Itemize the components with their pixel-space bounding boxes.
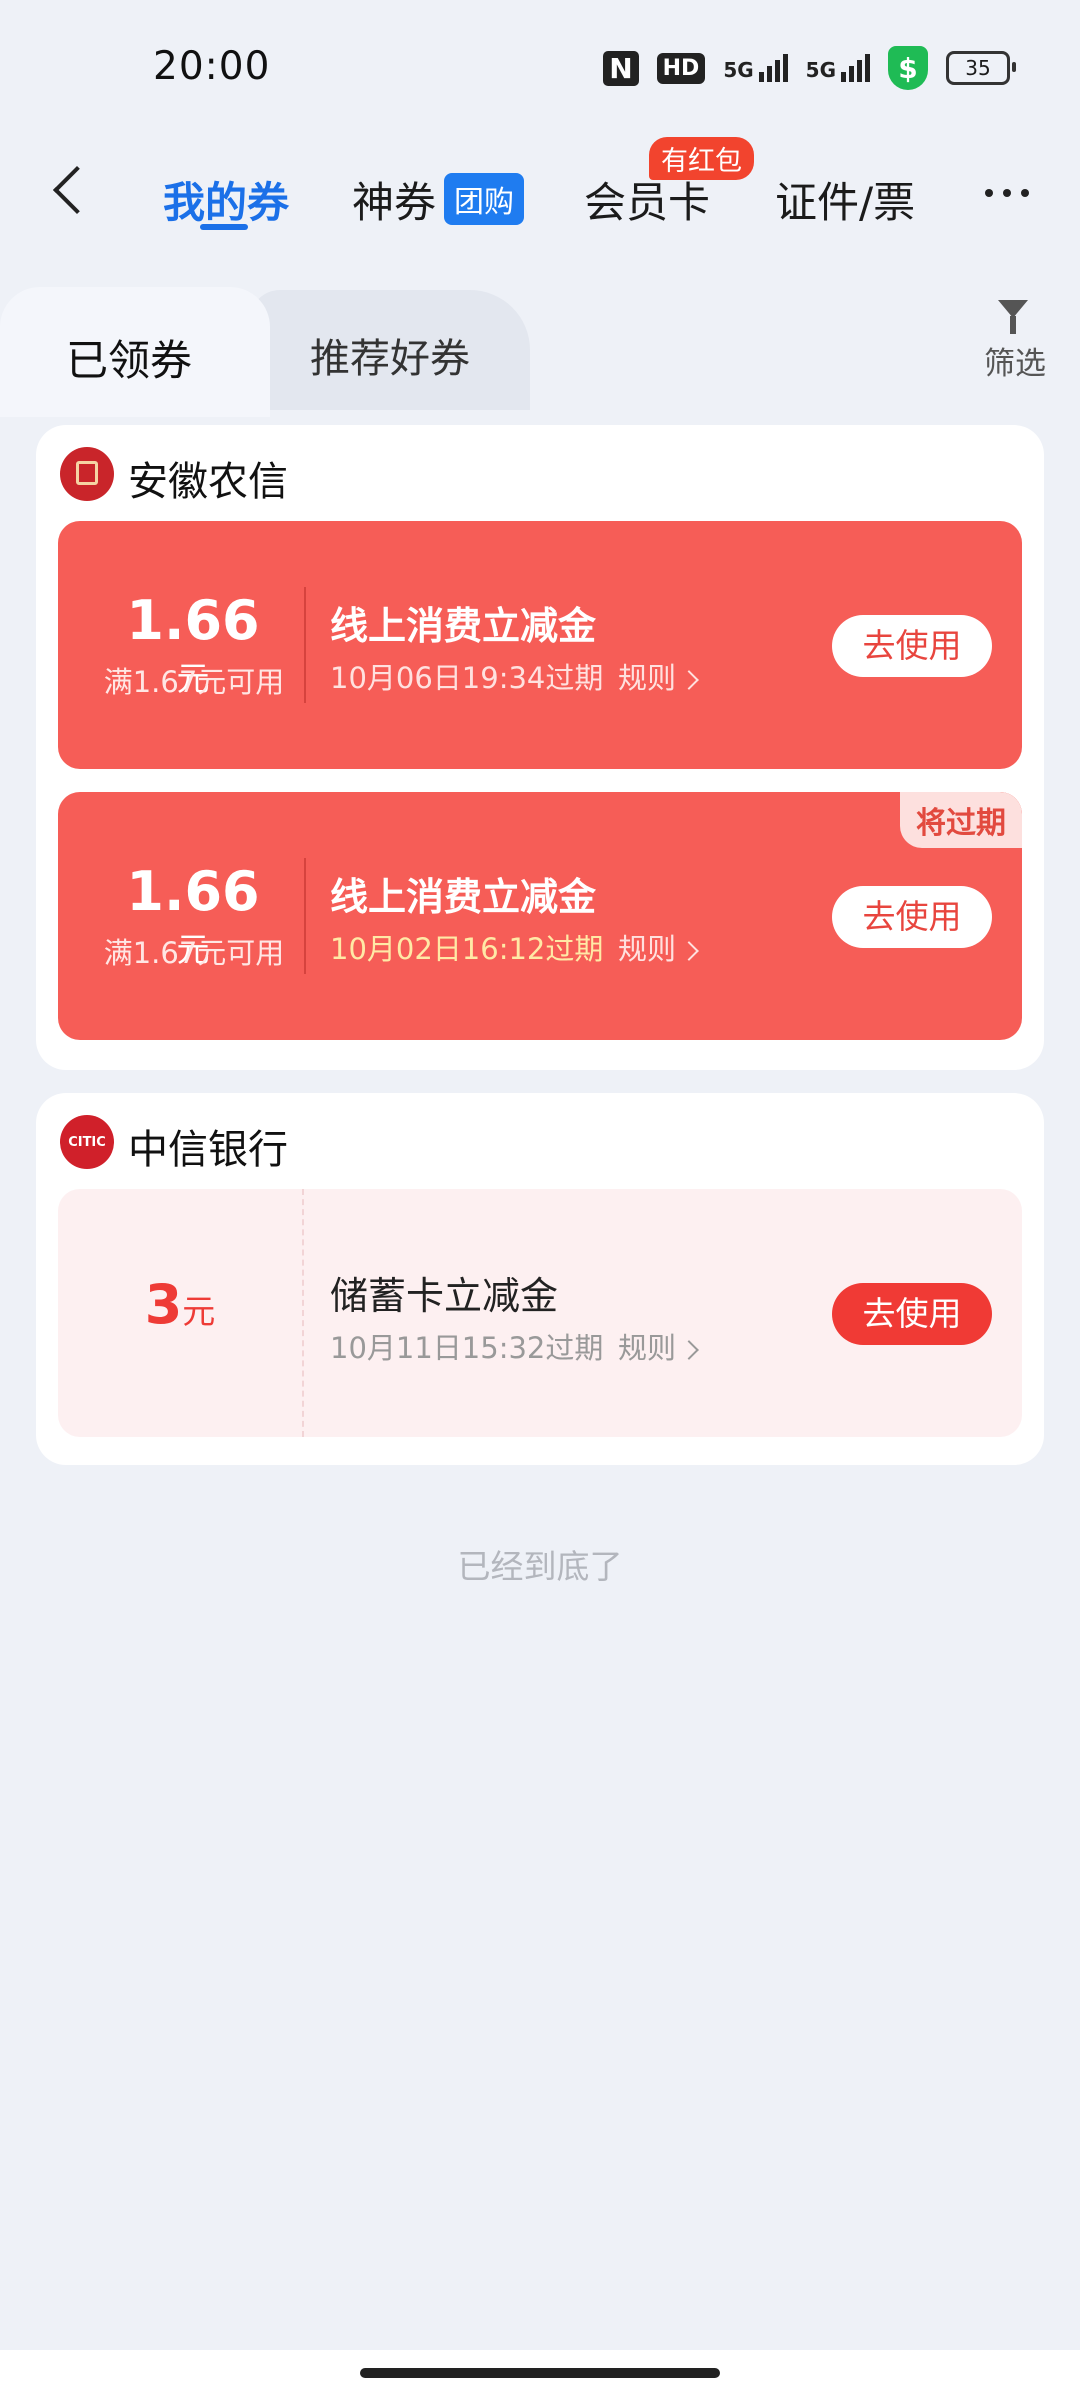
coupon-amount-value: 1.66 (126, 589, 260, 652)
coupon-amount-value: 1.66 (126, 860, 260, 923)
tab-certificates-tickets[interactable]: 证件/票 (775, 169, 915, 230)
bank-group-card: 安徽农信 1.66元 满1.67元可用 线上消费立减金 10月06日19:34过… (36, 425, 1044, 1070)
filter-label: 筛选 (984, 346, 1046, 382)
group-buy-badge: 团购 (444, 173, 524, 225)
more-options-button[interactable] (985, 189, 1029, 197)
coupon-title: 储蓄卡立减金 (330, 1274, 559, 1318)
filter-button[interactable]: 筛选 (976, 296, 1054, 382)
coupon-card[interactable]: 3元 储蓄卡立减金 10月11日15:32过期 规则 去使用 (58, 1189, 1022, 1437)
subtab-recommended-coupons[interactable]: 推荐好券 (250, 290, 530, 410)
nav-bar: 我的券 神券 团购 会员卡 有红包 证件/票 (0, 135, 1080, 255)
chevron-right-icon (679, 670, 699, 690)
bank-logo-icon (60, 447, 114, 501)
coupon-rules-label: 规则 (618, 1331, 677, 1365)
subtab-received-label: 已领券 (66, 336, 193, 385)
chevron-right-icon (679, 941, 699, 961)
use-coupon-button[interactable]: 去使用 (832, 615, 992, 677)
coupon-expiry: 10月11日15:32过期 (330, 1331, 604, 1365)
signal-5g-icon: 5G (806, 54, 870, 82)
coupon-title: 线上消费立减金 (330, 604, 597, 648)
bank-name: 中信银行 (128, 1127, 288, 1173)
tab-super-coupons[interactable]: 神券 (352, 169, 436, 230)
bank-group-card: CITIC 中信银行 3元 储蓄卡立减金 10月11日15:32过期 规则 去使… (36, 1093, 1044, 1465)
coupon-expiry: 10月06日19:34过期 (330, 661, 604, 695)
coupon-card[interactable]: 将过期 1.66元 满1.67元可用 线上消费立减金 10月02日16:12过期… (58, 792, 1022, 1040)
coupon-condition: 满1.67元可用 (103, 936, 285, 970)
active-tab-indicator (200, 224, 248, 230)
signal-5g-label: 5G (805, 58, 836, 82)
use-coupon-button[interactable]: 去使用 (832, 1283, 992, 1345)
red-packet-badge: 有红包 (649, 137, 754, 180)
subtab-recommend-label: 推荐好券 (310, 336, 470, 382)
expiring-soon-tag: 将过期 (900, 792, 1022, 848)
bank-logo-icon: CITIC (60, 1115, 114, 1169)
coupon-amount-unit: 元 (182, 1292, 216, 1331)
coupon-rules-link[interactable]: 规则 (618, 655, 699, 697)
status-icons: N HD 5G 5G $ 35 (603, 46, 1016, 90)
coupon-card[interactable]: 1.66元 满1.67元可用 线上消费立减金 10月06日19:34过期 规则 … (58, 521, 1022, 769)
battery-icon: 35 (946, 51, 1016, 85)
more-dot-icon (985, 189, 993, 197)
coupon-amount-value: 3 (144, 1273, 183, 1336)
coupon-amount: 3元 (58, 1273, 302, 1336)
coupon-title: 线上消费立减金 (330, 875, 597, 919)
security-shield-icon: $ (888, 46, 928, 90)
more-dot-icon (1003, 189, 1011, 197)
filter-icon (998, 300, 1028, 334)
back-button[interactable] (44, 163, 102, 227)
signal-5g-icon: 5G (723, 54, 788, 82)
coupon-rules-link[interactable]: 规则 (618, 1325, 699, 1367)
coupon-rules-label: 规则 (618, 661, 677, 695)
coupon-condition: 满1.67元可用 (103, 665, 285, 699)
hd-icon: HD (656, 52, 706, 84)
coupon-divider (304, 587, 306, 703)
more-dot-icon (1021, 189, 1029, 197)
status-bar: 20:00 N HD 5G 5G $ 35 (0, 0, 1080, 135)
home-indicator[interactable] (360, 2368, 720, 2378)
tab-my-coupons[interactable]: 我的券 (163, 169, 289, 230)
bank-name: 安徽农信 (128, 459, 288, 505)
coupon-divider (304, 858, 306, 974)
coupon-expiry: 10月02日16:12过期 (330, 932, 604, 966)
coupon-left-panel: 3元 (58, 1189, 304, 1437)
status-time: 20:00 (153, 44, 271, 89)
subtab-received-coupons[interactable]: 已领券 (0, 287, 270, 417)
coupon-rules-label: 规则 (618, 932, 677, 966)
end-of-list-text: 已经到底了 (457, 1547, 623, 1586)
signal-5g-label: 5G (723, 58, 754, 82)
chevron-right-icon (679, 1340, 699, 1360)
back-arrow-icon (52, 165, 102, 215)
nfc-icon: N (603, 50, 639, 86)
bank-logo-text: CITIC (68, 1134, 106, 1150)
coupon-rules-link[interactable]: 规则 (618, 926, 699, 968)
use-coupon-button[interactable]: 去使用 (832, 886, 992, 948)
